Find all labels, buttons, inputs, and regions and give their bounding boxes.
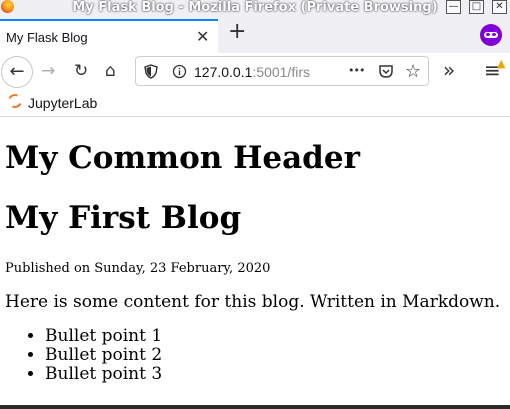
jupyter-icon (6, 92, 24, 110)
overflow-menu-icon[interactable]: » (443, 58, 455, 82)
home-button[interactable]: ⌂ (105, 61, 116, 81)
pocket-icon[interactable] (378, 64, 394, 79)
list-item: Bullet point 3 (45, 365, 162, 384)
minimize-button[interactable]: — (446, 0, 461, 14)
new-tab-button[interactable]: + (228, 21, 246, 43)
navigation-toolbar: ← → ↻ ⌂ 127.0.0.1:5001/firs ••• ☆ » ≡ ▲ (0, 53, 510, 91)
reload-button[interactable]: ↻ (74, 61, 88, 81)
forward-button[interactable]: → (41, 61, 55, 81)
bookmark-star-icon[interactable]: ☆ (405, 61, 421, 82)
page-actions-icon[interactable]: ••• (348, 64, 365, 77)
bookmark-jupyterlab[interactable]: JupyterLab (28, 95, 97, 111)
bottom-border (0, 405, 510, 409)
list-item: Bullet point 2 (45, 346, 162, 365)
back-button[interactable]: ← (1, 56, 33, 88)
close-window-button[interactable]: ✕ (492, 0, 507, 14)
tab-label: My Flask Blog (6, 30, 88, 45)
blog-title: My First Blog (5, 200, 242, 236)
private-browsing-icon (480, 24, 502, 46)
bullet-list: Bullet point 1 Bullet point 2 Bullet poi… (5, 327, 162, 384)
tab-close-icon[interactable]: ✕ (196, 27, 209, 46)
url-host: 127.0.0.1 (194, 64, 253, 80)
tab-bar: My Flask Blog ✕ + (0, 17, 510, 53)
window-titlebar: My Flask Blog - Mozilla Firefox (Private… (0, 0, 510, 17)
published-date: Published on Sunday, 23 February, 2020 (5, 261, 271, 276)
url-bar[interactable]: 127.0.0.1:5001/firs ••• ☆ (135, 56, 429, 86)
info-icon[interactable] (172, 64, 187, 79)
shield-icon[interactable] (144, 64, 158, 79)
bookmarks-toolbar: JupyterLab (0, 91, 510, 117)
maximize-button[interactable]: □ (469, 0, 484, 14)
window-title: My Flask Blog - Mozilla Firefox (Private… (72, 0, 438, 15)
common-header: My Common Header (5, 140, 360, 176)
url-path: :5001/firs (252, 64, 310, 80)
blog-body-text: Here is some content for this blog. Writ… (5, 292, 501, 312)
tab-my-flask-blog[interactable]: My Flask Blog ✕ (0, 19, 218, 53)
url-text[interactable]: 127.0.0.1:5001/firs (194, 64, 310, 80)
warning-icon: ▲ (497, 57, 506, 70)
list-item: Bullet point 1 (45, 327, 162, 346)
